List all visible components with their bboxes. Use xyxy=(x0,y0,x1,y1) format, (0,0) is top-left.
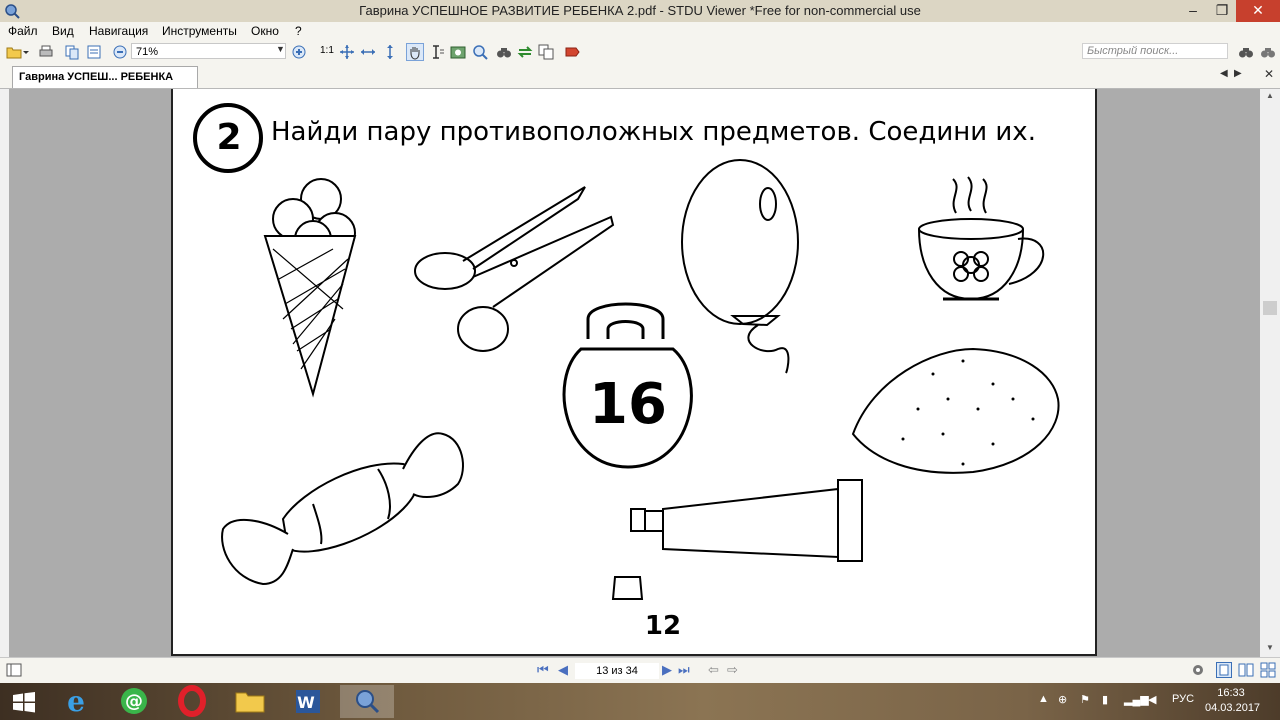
title-bar: Гаврина УСПЕШНОЕ РАЗВИТИЕ РЕБЕНКА 2.pdf … xyxy=(0,0,1280,22)
forward-icon[interactable]: ⇨ xyxy=(727,662,738,678)
menu-window[interactable]: Окно xyxy=(251,24,279,38)
copy-page-icon[interactable] xyxy=(64,44,80,60)
fit-height-icon[interactable] xyxy=(382,44,398,60)
menu-navigation[interactable]: Навигация xyxy=(89,24,148,38)
lemon-illustration xyxy=(851,347,1060,474)
actual-size-button[interactable]: 1:1 xyxy=(320,45,334,56)
zoom-dropdown-icon[interactable]: ▼ xyxy=(276,44,285,54)
tab-next-icon[interactable]: ▶ xyxy=(1234,68,1242,79)
fit-width-icon[interactable] xyxy=(360,44,376,60)
scroll-thumb[interactable] xyxy=(1263,301,1277,315)
weight-label: 16 xyxy=(589,372,667,437)
volume-icon[interactable]: ◀ xyxy=(1148,693,1156,706)
tab-prev-icon[interactable]: ◀ xyxy=(1220,68,1228,79)
back-icon[interactable]: ⇦ xyxy=(708,662,719,678)
close-button[interactable]: ✕ xyxy=(1236,0,1280,22)
menu-tools[interactable]: Инструменты xyxy=(162,24,237,38)
print-icon[interactable] xyxy=(38,44,54,60)
window-title: Гаврина УСПЕШНОЕ РАЗВИТИЕ РЕБЕНКА 2.pdf … xyxy=(359,3,921,18)
file-explorer-icon[interactable] xyxy=(226,685,274,718)
svg-text:W: W xyxy=(297,693,315,712)
next-page-icon[interactable]: ▶ xyxy=(662,662,672,678)
battery-icon[interactable]: ▮ xyxy=(1102,693,1108,706)
toothpaste-tube-illustration xyxy=(611,479,863,600)
search-options-icon[interactable] xyxy=(1260,44,1276,60)
open-dropdown-icon[interactable] xyxy=(22,44,30,60)
tab-close-icon[interactable]: ✕ xyxy=(1264,67,1274,81)
zoom-in-icon[interactable] xyxy=(291,44,307,60)
first-page-icon[interactable]: ⏮ xyxy=(537,662,549,678)
start-windows-icon[interactable] xyxy=(0,685,48,718)
search-binoculars-icon[interactable] xyxy=(1238,44,1254,60)
candy-illustration xyxy=(221,432,464,586)
minimize-button[interactable]: – xyxy=(1178,0,1208,22)
balloon-illustration xyxy=(681,159,799,374)
clock-date: 04.03.2017 xyxy=(1205,702,1261,714)
svg-text:@: @ xyxy=(125,691,143,712)
menu-bar: Файл Вид Навигация Инструменты Окно ? xyxy=(0,22,1280,40)
open-folder-icon[interactable] xyxy=(6,44,22,60)
tea-cup-illustration xyxy=(918,176,1045,301)
restore-button[interactable]: ❐ xyxy=(1208,0,1236,22)
left-gutter xyxy=(0,89,9,657)
select-text-icon[interactable] xyxy=(430,44,446,60)
menu-help[interactable]: ? xyxy=(295,24,302,38)
svg-text:e: e xyxy=(67,685,85,718)
zoom-combobox[interactable]: 71% xyxy=(131,43,286,59)
page-number: 12 xyxy=(644,611,682,641)
single-page-view-icon[interactable] xyxy=(1216,662,1232,678)
ice-cream-illustration xyxy=(263,178,357,398)
wifi-signal-icon[interactable]: ▂▄▆ xyxy=(1124,693,1149,706)
page-layout-icon[interactable] xyxy=(86,44,102,60)
system-clock[interactable]: 16:33 04.03.2017 xyxy=(1205,686,1261,716)
two-page-view-icon[interactable] xyxy=(1238,662,1254,678)
zoom-out-icon[interactable] xyxy=(112,44,128,60)
task-number: 2 xyxy=(216,117,242,158)
fit-page-icon[interactable] xyxy=(339,44,355,60)
snapshot-icon[interactable] xyxy=(450,44,466,60)
last-page-icon[interactable]: ⏭ xyxy=(678,662,690,678)
zoom-tool-icon[interactable] xyxy=(472,44,488,60)
clock-time: 16:33 xyxy=(1217,687,1245,699)
scroll-down-icon[interactable]: ▼ xyxy=(1266,643,1274,652)
previous-page-icon[interactable]: ◀ xyxy=(558,662,568,678)
hand-tool-icon[interactable] xyxy=(406,43,424,61)
tray-network-status-icon[interactable]: ⊕ xyxy=(1058,693,1067,706)
copy-icon[interactable] xyxy=(538,44,554,60)
grid-view-icon[interactable] xyxy=(1260,662,1276,678)
scissors-illustration xyxy=(414,186,615,352)
internet-explorer-icon[interactable]: e xyxy=(52,685,100,718)
quick-search-input[interactable]: Быстрый поиск... xyxy=(1082,43,1228,59)
sidebar-toggle-icon[interactable] xyxy=(6,662,22,678)
keyboard-language[interactable]: РУС xyxy=(1172,693,1194,705)
task-heading: Найди пару противоположных предметов. Со… xyxy=(271,117,1036,147)
sync-icon[interactable] xyxy=(517,44,533,60)
menu-view[interactable]: Вид xyxy=(52,24,74,38)
stdu-viewer-taskbar-icon[interactable] xyxy=(340,685,394,718)
page-number-field[interactable]: 13 из 34 xyxy=(575,663,659,679)
pdf-page: 2 Найди пару противоположных предметов. … xyxy=(171,89,1097,656)
action-center-flag-icon[interactable]: ⚑ xyxy=(1080,693,1090,706)
microsoft-word-icon[interactable]: W xyxy=(284,685,332,718)
settings-gear-icon[interactable] xyxy=(1190,662,1206,678)
find-icon[interactable] xyxy=(496,44,512,60)
menu-file[interactable]: Файл xyxy=(8,24,38,38)
tab-document[interactable]: Гаврина УСПЕШ... РЕБЕНКА 2.pdf xyxy=(12,66,198,103)
bookmark-icon[interactable] xyxy=(564,44,580,60)
mail-agent-icon[interactable]: @ xyxy=(110,685,158,718)
tray-expand-icon[interactable]: ▲ xyxy=(1038,693,1049,705)
vertical-scrollbar[interactable]: ▲ ▼ xyxy=(1260,89,1280,657)
opera-icon[interactable] xyxy=(168,685,216,718)
scroll-up-icon[interactable]: ▲ xyxy=(1266,91,1274,100)
